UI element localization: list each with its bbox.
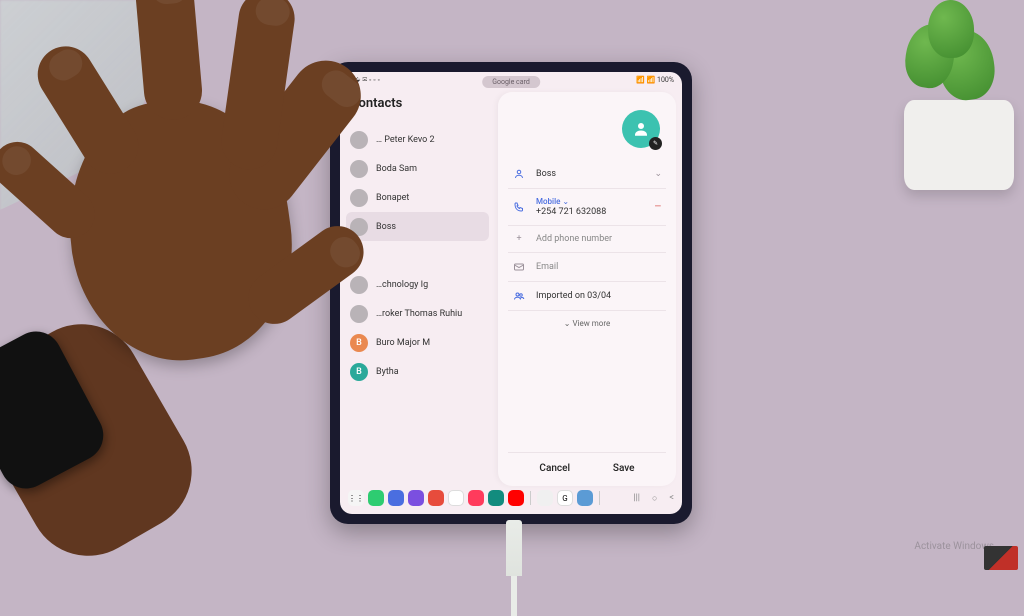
status-left-icons: ⏱ ⬙ ✉ ◦ ◦ ◦ — [348, 76, 380, 85]
add-phone-label: Add phone number — [536, 234, 662, 244]
app-icon[interactable] — [428, 490, 444, 506]
avatar: B — [350, 334, 368, 352]
contact-name: Boda Sam — [376, 164, 417, 174]
back-nav-button[interactable]: < — [669, 493, 674, 503]
list-item[interactable]: Boda Sam — [350, 154, 485, 183]
decorative-prism — [0, 0, 170, 210]
recent-app-icon[interactable]: G — [557, 490, 573, 506]
apps-icon[interactable]: ⋮⋮ — [348, 490, 364, 506]
chevron-down-icon: ⌄ — [562, 197, 569, 206]
list-item[interactable]: Boss — [346, 212, 489, 241]
contact-name: Bytha — [376, 367, 399, 377]
person-icon — [512, 168, 526, 180]
email-field-row[interactable]: Email — [508, 253, 666, 282]
edit-contact-pane: ✎ Boss ⌄ Mobile ⌄ — [498, 92, 676, 486]
person-icon — [632, 120, 650, 138]
list-item[interactable]: … Peter Kevo 2 — [350, 125, 485, 154]
avatar: B — [350, 363, 368, 381]
name-input[interactable]: Boss — [536, 169, 644, 179]
mail-icon — [512, 261, 526, 273]
phone-field-row[interactable]: Mobile ⌄ +254 721 632088 − — [508, 189, 666, 226]
avatar — [350, 218, 368, 236]
avatar — [350, 305, 368, 323]
plus-icon: + — [512, 234, 526, 244]
group-label: Imported on 03/04 — [536, 291, 662, 301]
storage-location-pill[interactable]: Google card — [482, 76, 540, 88]
save-button[interactable]: Save — [601, 459, 647, 478]
dock-divider — [599, 491, 600, 505]
contact-name: Buro Major M — [376, 338, 430, 348]
recent-app-icon[interactable] — [537, 490, 553, 506]
email-input[interactable]: Email — [536, 262, 662, 272]
status-right-icons: 📶 📶 100% — [636, 76, 674, 84]
app-icon[interactable] — [488, 490, 504, 506]
pencil-icon: ✎ — [649, 137, 662, 150]
cancel-button[interactable]: Cancel — [527, 459, 582, 478]
contact-name: … Peter Kevo 2 — [376, 135, 435, 145]
page-title: Contacts — [350, 96, 485, 111]
app-dock: ⋮⋮ G ||| ○ < — [340, 486, 682, 510]
chevron-down-icon[interactable]: ⌄ — [654, 169, 662, 179]
smartwatch — [0, 322, 112, 497]
app-icon[interactable] — [448, 490, 464, 506]
avatar — [350, 276, 368, 294]
add-phone-row[interactable]: + Add phone number — [508, 226, 666, 253]
contact-name: Bonapet — [376, 193, 409, 203]
windows-activation-watermark: Activate Windows — [914, 541, 994, 552]
app-icon[interactable] — [408, 490, 424, 506]
phone-number-input[interactable]: +254 721 632088 — [536, 207, 644, 217]
list-item[interactable]: …chnology Ig — [350, 270, 485, 299]
channel-logo — [984, 546, 1018, 570]
list-item[interactable]: …roker Thomas Ruhiu — [350, 299, 485, 328]
notification-icons: ⏱ ⬙ ✉ ◦ ◦ ◦ — [348, 76, 380, 85]
contact-name: Boss — [376, 222, 396, 232]
contact-name: …roker Thomas Ruhiu — [376, 309, 462, 319]
avatar — [350, 160, 368, 178]
action-button-bar: Cancel Save — [508, 452, 666, 480]
messages-app-icon[interactable] — [388, 490, 404, 506]
home-nav-button[interactable]: ○ — [652, 493, 657, 504]
group-icon — [512, 290, 526, 302]
app-icon[interactable] — [468, 490, 484, 506]
tablet-device: ⏱ ⬙ ✉ ◦ ◦ ◦ 📶 📶 100% Contacts … Peter Ke… — [330, 62, 692, 524]
recents-nav-button[interactable]: ||| — [633, 493, 640, 503]
avatar — [350, 131, 368, 149]
decorative-plant — [854, 0, 1024, 190]
phone-type-selector[interactable]: Mobile ⌄ — [536, 197, 644, 206]
phone-app-icon[interactable] — [368, 490, 384, 506]
name-field-row[interactable]: Boss ⌄ — [508, 160, 666, 189]
signal-battery-cluster: 📶 📶 100% — [636, 76, 674, 84]
profile-photo-button[interactable]: ✎ — [622, 110, 660, 148]
view-more-button[interactable]: ⌄ View more — [508, 311, 666, 328]
remove-phone-button[interactable]: − — [654, 199, 662, 215]
youtube-icon[interactable] — [508, 490, 524, 506]
usb-cable — [506, 520, 522, 576]
contacts-list-panel: Contacts … Peter Kevo 2 Boda Sam Bonapet… — [340, 88, 495, 486]
avatar — [350, 189, 368, 207]
tablet-screen: ⏱ ⬙ ✉ ◦ ◦ ◦ 📶 📶 100% Contacts … Peter Ke… — [340, 72, 682, 514]
phone-icon — [512, 201, 526, 213]
list-item[interactable]: B Bytha — [350, 357, 485, 386]
recent-app-icon[interactable] — [577, 490, 593, 506]
group-field-row[interactable]: Imported on 03/04 — [508, 282, 666, 311]
contact-name: …chnology Ig — [376, 280, 428, 290]
list-item[interactable]: Bonapet — [350, 183, 485, 212]
dock-divider — [530, 491, 531, 505]
list-item[interactable]: B Buro Major M — [350, 328, 485, 357]
profile-photo-area: ✎ — [514, 110, 660, 148]
